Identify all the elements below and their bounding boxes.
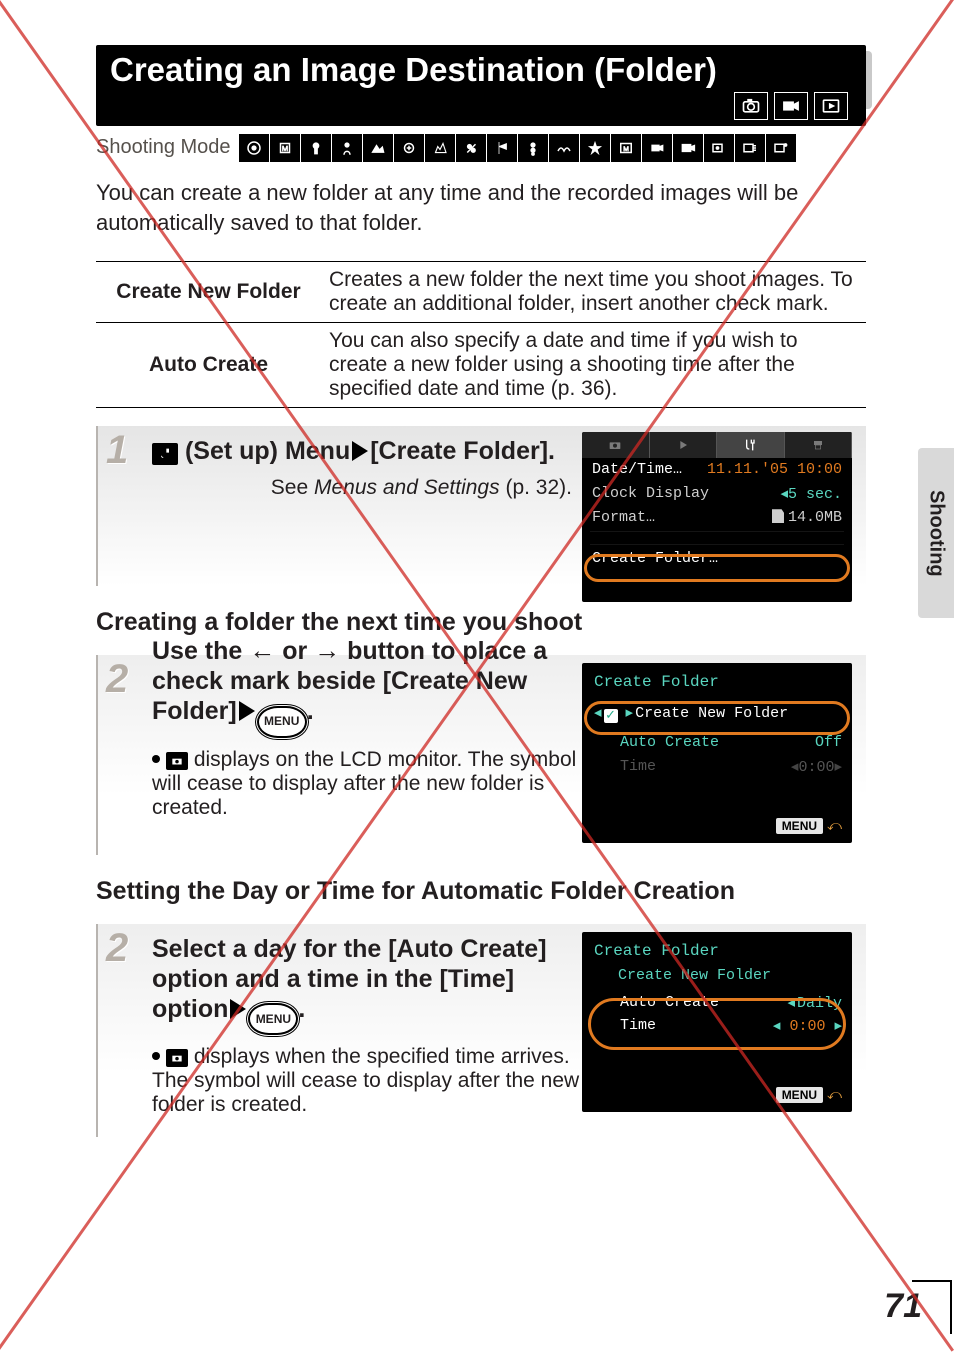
screen2-menu-return: MENU⤺ (776, 817, 842, 835)
step2b-subtext: displays when the specified time arrives… (152, 1045, 582, 1117)
section-b-heading: Setting the Day or Time for Automatic Fo… (96, 877, 866, 906)
screen2-row1: ◂✓▸Create New Folder (582, 695, 852, 731)
intro-text: You can create a new folder at any time … (96, 178, 866, 240)
mode-icon-9 (487, 134, 517, 162)
mode-icon-17 (735, 134, 765, 162)
tab-play-icon (650, 432, 718, 458)
screen-row-create-folder: Create Folder… (582, 547, 852, 570)
shooting-mode-label: Shooting Mode (96, 136, 231, 159)
step2a-subtext: displays on the LCD monitor. The symbol … (152, 748, 582, 820)
mode-icon-16 (704, 134, 734, 162)
mode-icon-5 (363, 134, 393, 162)
step2b-heading: Select a day for the [Auto Create] optio… (152, 934, 572, 1035)
step-number: 1 (106, 428, 128, 473)
triangle-icon (230, 999, 246, 1019)
shooting-mode-row: Shooting Mode M M (96, 134, 866, 162)
mode-icon-3 (301, 134, 331, 162)
menu-button-icon: MENU (257, 706, 307, 738)
screen3-row2: Auto Create ◂Daily (582, 987, 852, 1014)
mode-icon-18 (766, 134, 796, 162)
folder-cam-icon (166, 1049, 188, 1067)
step-number: 2 (106, 926, 128, 971)
screen3-title: Create Folder (582, 932, 852, 964)
screen2-row2: Auto Create Off (582, 731, 852, 754)
page-number: 71 (884, 1287, 922, 1326)
menu-button-icon: MENU (248, 1003, 298, 1035)
options-table: Create New Folder Creates a new folder t… (96, 261, 866, 408)
tab-shoot-icon (582, 432, 650, 458)
svg-text:M: M (281, 144, 287, 153)
step-2b: 2 Select a day for the [Auto Create] opt… (96, 924, 866, 1137)
mode-icon-11 (549, 134, 579, 162)
mode-icon-14 (642, 134, 672, 162)
step-2a: 2 document.currentScript.previousElement… (96, 655, 866, 855)
mode-icon-12 (580, 134, 610, 162)
mode-icon-6 (394, 134, 424, 162)
step-number: 2 (106, 657, 128, 702)
step1-subtext: See Menus and Settings (p. 32). (152, 476, 572, 500)
mode-icon-13: M (611, 134, 641, 162)
svg-text:M: M (623, 146, 629, 153)
tab-print-icon (785, 432, 853, 458)
screen2-row3: Time ◂0:00▸ (582, 754, 852, 779)
row2-label: Auto Create (96, 323, 321, 408)
screen-row-clock: Clock Display ◂5 sec. (582, 481, 852, 506)
step1-heading: (Set up) Menu[Create Folder]. (152, 436, 572, 466)
row1-desc: Creates a new folder the next time you s… (321, 262, 866, 323)
mode-icon-10 (518, 134, 548, 162)
screen-row-datetime: Date/Time… 11.11.'05 10:00 (582, 458, 852, 481)
screen3-menu-return: MENU⤺ (776, 1086, 842, 1104)
page-title: Creating an Image Destination (Folder) (110, 51, 717, 88)
screen-row-format: Format… 14.0MB (582, 506, 852, 529)
camera-screen-1: Date/Time… 11.11.'05 10:00 Clock Display… (582, 432, 852, 602)
mode-icon-1 (239, 134, 269, 162)
row2-desc: You can also specify a date and time if … (321, 323, 866, 408)
side-tab: Shooting (918, 448, 954, 618)
tools-icon (152, 443, 178, 465)
shooting-mode-icons: M M (239, 134, 796, 162)
applicable-modes (110, 92, 856, 120)
row1-label: Create New Folder (96, 262, 321, 323)
section-a-heading: Creating a folder the next time you shoo… (96, 608, 866, 637)
page-heading: Creating an Image Destination (Folder) (96, 45, 866, 126)
tab-setup-icon (717, 432, 785, 458)
mode-icon-8 (456, 134, 486, 162)
screen3-row1: Create New Folder (582, 964, 852, 987)
right-arrow-icon (352, 441, 368, 461)
triangle-icon (239, 701, 255, 721)
mode-icon-15 (673, 134, 703, 162)
screen2-title: Create Folder (582, 663, 852, 695)
camera-screen-3: Create Folder Create New Folder Auto Cre… (582, 932, 852, 1112)
folder-cam-icon (166, 752, 188, 770)
right-arrow-icon: → (314, 635, 340, 665)
mode-icon-4 (332, 134, 362, 162)
playback-icon (814, 92, 848, 120)
step2a-heading-real: Use the ← or → button to place a check m… (152, 635, 572, 737)
movie-icon (774, 92, 808, 120)
mode-icon-2: M (270, 134, 300, 162)
screen3-row3: Time ◂ 0:00 ▸ (582, 1014, 852, 1038)
mode-icon-7 (425, 134, 455, 162)
step-1: 1 (Set up) Menu[Create Folder]. See Menu… (96, 426, 866, 586)
camera-screen-2: Create Folder ◂✓▸Create New Folder Auto … (582, 663, 852, 843)
camera-icon (734, 92, 768, 120)
left-arrow-icon: ← (249, 635, 275, 665)
